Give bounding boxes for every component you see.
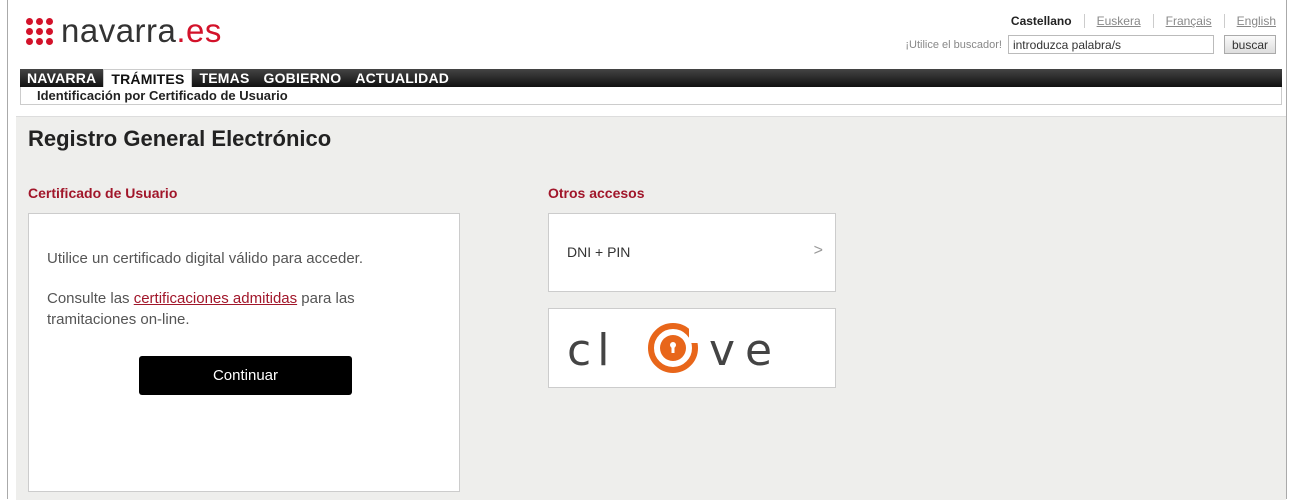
logo-name: navarra [61,12,177,49]
cert-box: Utilice un certificado digital válido pa… [28,213,460,492]
continue-button[interactable]: Continuar [139,356,352,395]
language-selector: Castellano Euskera Français English [999,14,1276,28]
dni-pin-label: DNI + PIN [567,244,631,260]
certifications-link[interactable]: certificaciones admitidas [134,290,297,307]
main-nav: NAVARRA TRÁMITES TEMAS GOBIERNO ACTUALID… [20,69,1282,87]
lang-euskera[interactable]: Euskera [1083,14,1153,28]
lang-francais[interactable]: Français [1152,14,1224,28]
cert-text: Utilice un certificado digital válido pa… [47,250,364,267]
nav-item-temas[interactable]: TEMAS [192,69,256,87]
search-hint: ¡Utilice el buscador! [905,38,1002,51]
clave-option[interactable]: cl ve [548,308,836,388]
chevron-right-icon: > [813,242,823,259]
search-button[interactable]: buscar [1223,35,1276,54]
header: navarra.es Castellano Euskera Français E… [8,0,1286,68]
logo-tld: .es [176,12,222,49]
nav-item-navarra[interactable]: NAVARRA [20,69,103,87]
nav-item-actualidad[interactable]: ACTUALIDAD [348,69,456,87]
cert-section-title: Certificado de Usuario [28,185,178,201]
clave-logo: cl ve [567,323,782,376]
lang-english[interactable]: English [1223,14,1276,28]
page-title: Registro General Electrónico [28,126,332,151]
breadcrumb: Identificación por Certificado de Usuari… [20,87,1282,105]
nav-item-gobierno[interactable]: GOBIERNO [256,69,348,87]
cert-consult-text: Consulte las certificaciones admitidas p… [47,288,447,330]
other-section-title: Otros accesos [548,185,645,201]
logo-dots-icon [26,17,53,45]
svg-text:ve: ve [709,325,782,376]
cert-consult-prefix: Consulte las [47,290,130,307]
lang-castellano[interactable]: Castellano [999,14,1084,28]
page-frame: navarra.es Castellano Euskera Français E… [7,0,1287,500]
svg-text:cl: cl [567,325,615,376]
main-content: Registro General Electrónico Certificado… [16,116,1286,500]
search-bar: ¡Utilice el buscador! buscar [905,35,1276,54]
navarra-logo[interactable]: navarra.es [26,12,222,50]
nav-item-tramites[interactable]: TRÁMITES [103,69,193,87]
search-input[interactable] [1007,35,1214,54]
dni-pin-option[interactable]: DNI + PIN > [548,213,836,292]
